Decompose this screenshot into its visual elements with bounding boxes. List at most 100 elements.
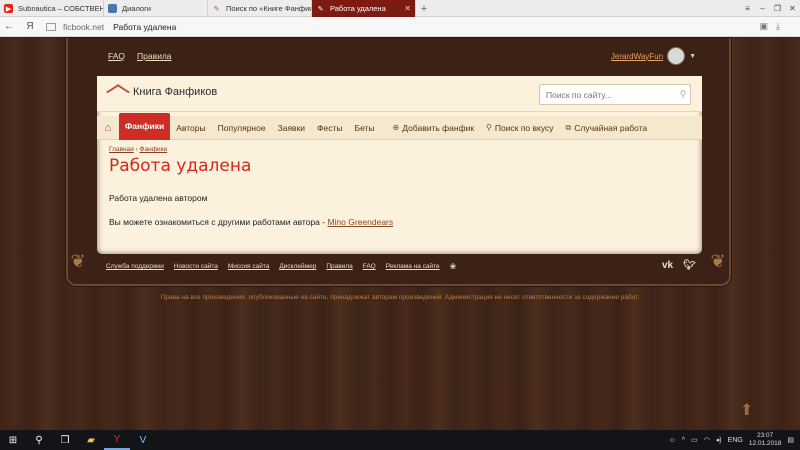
footer-ads-link[interactable]: Реклама на сайте: [386, 263, 440, 270]
page-title: Работа удалена: [109, 156, 252, 176]
window-controls: ≡ – ❐ ✕: [740, 0, 800, 16]
avatar[interactable]: [667, 47, 686, 65]
url-field[interactable]: ficbook.net Работа удалена: [42, 19, 760, 35]
faq-link[interactable]: FAQ: [108, 51, 125, 61]
nav-betas[interactable]: Беты: [349, 116, 381, 140]
clock-time: 23:07: [756, 432, 774, 439]
ornament-icon: ❦: [70, 251, 86, 271]
breadcrumb-fanfics[interactable]: Фанфики: [140, 146, 168, 153]
youtube-icon: ▶: [4, 4, 13, 13]
wifi-icon[interactable]: ◠: [704, 436, 710, 444]
footer-disclaimer-link[interactable]: Дисклеймер: [279, 263, 316, 270]
taskbar: ⊞ ⚲ ❐ ▰ Y V ☺ ^ ▭ ◠ ◂) ENG 23:07 12.01.2…: [0, 430, 800, 450]
rules-link[interactable]: Правила: [137, 51, 172, 61]
nav-fanfics[interactable]: Фанфики: [119, 112, 171, 140]
nav-authors[interactable]: Авторы: [170, 116, 211, 140]
footer-mission-link[interactable]: Миссия сайта: [228, 263, 270, 270]
nav-fests[interactable]: Фесты: [311, 116, 348, 140]
feather-icon: ✎: [317, 5, 324, 13]
task-view-icon[interactable]: ❐: [52, 430, 78, 450]
search-icon: ⚲: [486, 123, 492, 132]
scroll-up-icon[interactable]: ⬆: [740, 400, 753, 420]
nav-popular[interactable]: Популярное: [212, 116, 272, 140]
nav-add-fanfic[interactable]: ⊕ Добавить фанфик: [387, 116, 481, 140]
language-indicator[interactable]: ENG: [728, 437, 743, 444]
site-search: ⚲: [539, 84, 691, 105]
close-window-icon[interactable]: ✕: [785, 0, 800, 17]
top-links: FAQ Правила: [108, 51, 172, 61]
nav-search-taste-label: Поиск по вкусу: [494, 122, 554, 133]
shuffle-icon: ⧉: [565, 122, 572, 132]
yandex-browser-icon[interactable]: Y: [104, 430, 130, 450]
footer-rules-link[interactable]: Правила: [326, 263, 352, 270]
main-nav: ⌂ Фанфики Авторы Популярное Заявки Фесты…: [97, 112, 702, 140]
back-arrow-icon[interactable]: ←: [0, 21, 18, 32]
menu-icon[interactable]: ≡: [740, 0, 755, 17]
ornament-icon: ❦: [710, 251, 726, 271]
close-icon[interactable]: ✕: [399, 4, 411, 13]
address-bar: ← Я ficbook.net Работа удалена ▣ ⤓: [0, 17, 800, 37]
tab-subnautica[interactable]: ▶ Subnautica – СОБСТВЕННО: [0, 0, 104, 17]
footer-support-link[interactable]: Служба поддержки: [106, 263, 164, 270]
people-icon[interactable]: ☺: [669, 437, 676, 444]
breadcrumb: Главная › Фанфики: [109, 146, 689, 153]
feather-icon: ✎: [213, 5, 220, 13]
download-icon[interactable]: ⤓: [776, 21, 780, 32]
vk-icon[interactable]: vk: [662, 260, 673, 271]
chevron-down-icon[interactable]: ▼: [689, 53, 696, 60]
tab-work-deleted[interactable]: ✎ Работа удалена ✕: [312, 0, 416, 17]
nav-requests[interactable]: Заявки: [272, 116, 311, 140]
deleted-message: Работа удалена автором: [109, 193, 208, 203]
web-page: ❦ ❦ FAQ Правила JerardWayFun ▼ Книга Фан…: [0, 38, 800, 430]
volume-icon[interactable]: ◂): [716, 436, 722, 444]
chevron-up-icon[interactable]: ^: [682, 437, 685, 444]
breadcrumb-home[interactable]: Главная: [109, 146, 134, 153]
clock[interactable]: 23:07 12.01.2018: [749, 432, 782, 448]
file-explorer-icon[interactable]: ▰: [78, 430, 104, 450]
vk-app-icon[interactable]: V: [130, 430, 156, 450]
url-page-title: Работа удалена: [113, 21, 177, 32]
minimize-icon[interactable]: –: [755, 0, 770, 17]
site-footer: Служба поддержки Новости сайта Миссия са…: [106, 262, 456, 271]
yandex-icon[interactable]: Я: [18, 21, 42, 32]
other-works-label: Вы можете ознакомиться с другими работам…: [109, 217, 328, 227]
search-icon[interactable]: ⚲: [26, 430, 52, 450]
url-domain: ficbook.net: [63, 21, 105, 32]
windows-start-icon[interactable]: ⊞: [0, 430, 26, 450]
home-icon[interactable]: ⌂: [97, 116, 119, 140]
nav-search-taste[interactable]: ⚲ Поиск по вкусу: [480, 116, 559, 140]
notifications-icon[interactable]: ▤: [787, 436, 794, 444]
lock-icon: [46, 22, 56, 31]
tab-label: Поиск по «Книге Фанфиков»: [226, 4, 312, 13]
copyright-text: Права на все произведения, опубликованны…: [160, 294, 640, 301]
new-tab-button[interactable]: +: [416, 0, 432, 17]
twitter-icon[interactable]: 🐦︎: [683, 260, 696, 271]
footer-faq-link[interactable]: FAQ: [363, 263, 376, 270]
search-input[interactable]: [540, 89, 676, 100]
tab-label: Диалоги: [122, 4, 151, 13]
social-links: vk 🐦︎: [662, 260, 696, 271]
paw-icon[interactable]: ❀: [450, 262, 457, 271]
author-link[interactable]: Mino Greendears: [327, 217, 393, 227]
username-link[interactable]: JerardWayFun: [611, 52, 663, 61]
system-tray: ☺ ^ ▭ ◠ ◂) ENG 23:07 12.01.2018 ▤: [669, 432, 800, 448]
nav-add-fanfic-label: Добавить фанфик: [402, 122, 475, 133]
restore-icon[interactable]: ❐: [770, 0, 785, 17]
tab-dialogs[interactable]: Диалоги: [104, 0, 208, 17]
site-logo[interactable]: Книга Фанфиков: [105, 84, 217, 100]
site-header: Книга Фанфиков ⚲: [97, 76, 702, 112]
nav-random[interactable]: ⧉ Случайная работа: [560, 116, 654, 140]
main-panel: Книга Фанфиков ⚲ ⌂ Фанфики Авторы Популя…: [97, 76, 702, 254]
bookmark-icon[interactable]: ▣: [760, 21, 769, 32]
footer-news-link[interactable]: Новости сайта: [174, 263, 218, 270]
feather-icon: [105, 84, 131, 100]
other-works-text: Вы можете ознакомиться с другими работам…: [109, 217, 689, 227]
user-menu[interactable]: JerardWayFun ▼: [611, 47, 696, 65]
tab-search-ficbook[interactable]: ✎ Поиск по «Книге Фанфиков»: [208, 0, 312, 17]
nav-random-label: Случайная работа: [574, 122, 648, 133]
battery-icon[interactable]: ▭: [691, 436, 698, 444]
tab-label: Subnautica – СОБСТВЕННО: [18, 4, 103, 13]
add-circle-icon: ⊕: [392, 123, 400, 132]
search-icon[interactable]: ⚲: [676, 89, 690, 100]
browser-tab-bar: ▶ Subnautica – СОБСТВЕННО Диалоги ✎ Поис…: [0, 0, 800, 17]
